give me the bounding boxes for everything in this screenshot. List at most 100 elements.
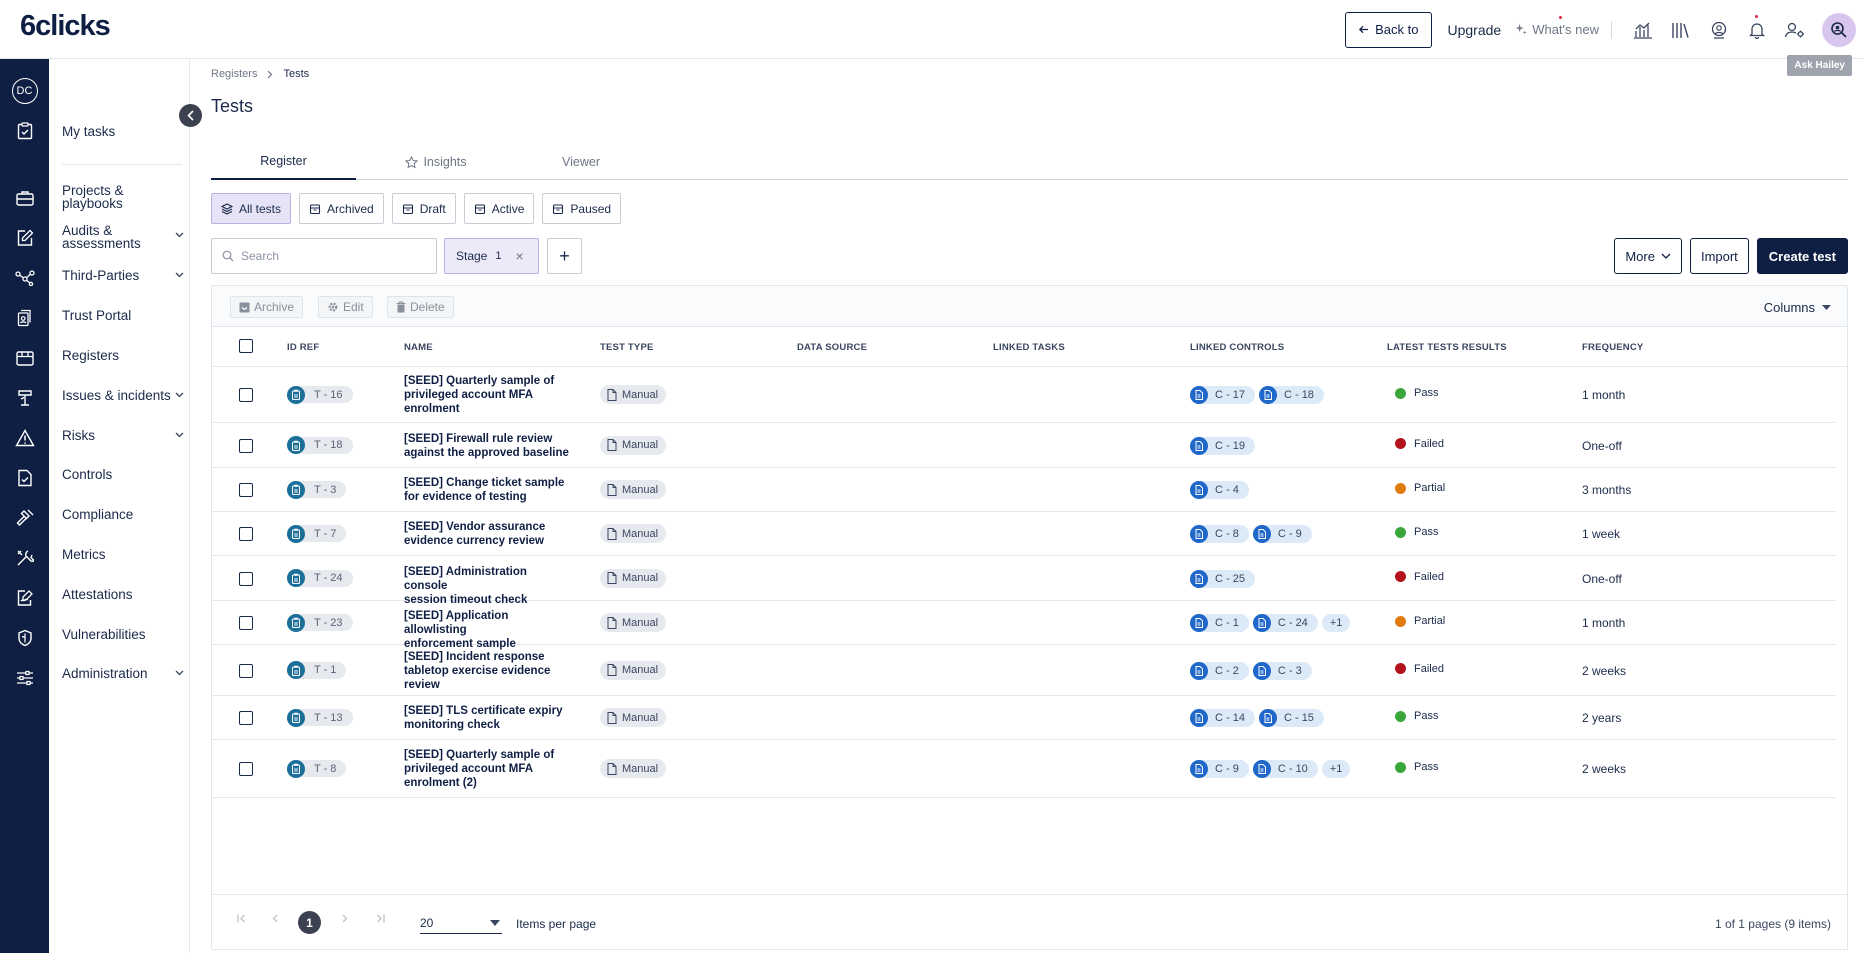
table-row[interactable]: T - 1 [SEED] Incident response tabletop ex… <box>212 645 1836 696</box>
test-id-pill[interactable]: T - 24 <box>287 569 353 587</box>
more-controls-badge[interactable]: +1 <box>1321 760 1351 778</box>
tab-register[interactable]: Register <box>211 144 356 180</box>
row-checkbox[interactable] <box>239 762 253 776</box>
test-id-pill[interactable]: T - 23 <box>287 613 353 632</box>
gavel-icon[interactable] <box>0 506 49 530</box>
sidebar-item-trust-portal[interactable]: Trust Portal <box>62 309 131 323</box>
control-pill[interactable]: C - 14 <box>1190 709 1255 727</box>
upgrade-link[interactable]: Upgrade <box>1448 22 1502 38</box>
header-linked-controls[interactable]: LINKED CONTROLS <box>1190 342 1284 353</box>
control-pill[interactable]: C - 17 <box>1190 386 1255 404</box>
test-id-pill[interactable]: T - 3 <box>287 480 347 499</box>
back-button[interactable]: Back to <box>1345 11 1432 48</box>
sidebar-item-my-tasks[interactable]: My tasks <box>62 125 115 139</box>
import-button[interactable]: Import <box>1689 238 1749 274</box>
control-pill[interactable]: C - 18 <box>1258 386 1324 404</box>
more-controls-badge[interactable]: +1 <box>1321 614 1351 632</box>
sidebar-item-administration[interactable]: Administration <box>62 667 184 680</box>
test-name-link[interactable]: [SEED] Change ticket sample for evidence … <box>404 476 572 504</box>
row-checkbox[interactable] <box>239 663 253 678</box>
edit-button[interactable]: Edit <box>318 296 373 318</box>
tab-insights[interactable]: Insights <box>386 144 486 180</box>
portal-icon[interactable] <box>0 306 49 330</box>
incident-icon[interactable] <box>0 386 49 410</box>
header-latest-results[interactable]: LATEST TESTS RESULTS <box>1387 342 1507 353</box>
sidebar-item-projects[interactable]: Projects & playbooks <box>62 184 162 211</box>
search-input[interactable] <box>241 249 421 263</box>
test-id-pill[interactable]: T - 16 <box>287 385 353 404</box>
tasks-icon[interactable] <box>0 119 49 143</box>
analytics-icon[interactable] <box>1631 18 1655 42</box>
table-row[interactable]: T - 16 [SEED] Quarterly sample of privileg… <box>212 367 1836 423</box>
sidebar-item-vulnerabilities[interactable]: Vulnerabilities <box>62 628 146 642</box>
control-pill[interactable]: C - 10 <box>1252 760 1318 778</box>
test-name-link[interactable]: [SEED] Quarterly sample of privileged acc… <box>404 374 572 416</box>
row-checkbox[interactable] <box>239 388 253 402</box>
header-test-type[interactable]: TEST TYPE <box>600 342 654 353</box>
user-avatar[interactable]: DC <box>0 78 49 104</box>
table-row[interactable]: T - 3 [SEED] Change ticket sample for evid… <box>212 468 1836 512</box>
support-icon[interactable] <box>1707 18 1731 42</box>
user-settings-icon[interactable] <box>1783 18 1807 42</box>
bell-icon[interactable] <box>1745 14 1769 42</box>
next-page-icon[interactable] <box>342 914 348 923</box>
previous-page-icon[interactable] <box>272 914 278 923</box>
select-all-checkbox[interactable] <box>239 339 253 353</box>
control-pill[interactable]: C - 24 <box>1252 614 1318 632</box>
table-row[interactable]: T - 7 [SEED] Vendor assurance evidence cur… <box>212 512 1836 556</box>
close-icon[interactable]: × <box>515 248 523 264</box>
breadcrumb-registers[interactable]: Registers <box>211 68 257 80</box>
sidebar-item-controls[interactable]: Controls <box>62 468 112 482</box>
sidebar-item-issues[interactable]: Issues & incidents <box>62 389 184 402</box>
stage-filter-chip[interactable]: Stage 1 × <box>444 238 539 274</box>
header-linked-tasks[interactable]: LINKED TASKS <box>993 342 1065 353</box>
tab-viewer[interactable]: Viewer <box>521 144 641 180</box>
control-pill[interactable]: C - 19 <box>1190 436 1255 455</box>
control-pill[interactable]: C - 1 <box>1190 614 1249 632</box>
test-id-pill[interactable]: T - 18 <box>287 436 353 454</box>
archive-button[interactable]: Archive <box>230 296 304 318</box>
sidebar-item-compliance[interactable]: Compliance <box>62 508 133 522</box>
sidebar-item-risks[interactable]: Risks <box>62 429 184 442</box>
create-test-button[interactable]: Create test <box>1756 238 1848 274</box>
control-pill[interactable]: C - 9 <box>1252 525 1312 543</box>
row-checkbox[interactable] <box>239 483 253 497</box>
control-pill[interactable]: C - 4 <box>1190 481 1249 499</box>
row-checkbox[interactable] <box>239 527 253 541</box>
ask-hailey-button[interactable] <box>1822 12 1856 47</box>
test-name-link[interactable]: [SEED] Firewall rule review against the a… <box>404 432 572 460</box>
filter-all-tests[interactable]: All tests <box>211 193 292 224</box>
controls-icon[interactable] <box>0 466 49 490</box>
table-row[interactable]: T - 23 [SEED] Application allowlisting enf… <box>212 601 1836 650</box>
header-name[interactable]: NAME <box>404 342 433 353</box>
table-row[interactable]: T - 13 [SEED] TLS certificate expiry monit… <box>212 696 1836 740</box>
sidebar-item-metrics[interactable]: Metrics <box>62 548 106 562</box>
test-name-link[interactable]: [SEED] TLS certificate expiry monitoring … <box>404 704 572 732</box>
table-row[interactable]: T - 18 [SEED] Firewall rule review against… <box>212 423 1836 468</box>
network-icon[interactable] <box>0 266 49 290</box>
library-icon[interactable] <box>1669 18 1693 42</box>
whats-new-link[interactable]: What's new <box>1515 16 1599 37</box>
app-logo[interactable]: 6clicks <box>20 10 111 43</box>
row-checkbox[interactable] <box>239 571 253 586</box>
table-row[interactable]: T - 24 [SEED] Administration console sessi… <box>212 556 1836 606</box>
sidebar-item-audits[interactable]: Audits & assessments <box>62 224 184 250</box>
warning-icon[interactable] <box>0 426 49 450</box>
test-name-link[interactable]: [SEED] Vendor assurance evidence currency… <box>404 520 572 548</box>
control-pill[interactable]: C - 15 <box>1258 709 1324 727</box>
filter-paused[interactable]: Paused <box>542 193 622 224</box>
more-button[interactable]: More <box>1614 238 1682 274</box>
first-page-icon[interactable] <box>237 914 246 923</box>
delete-button[interactable]: Delete <box>387 296 454 318</box>
filter-active[interactable]: Active <box>463 193 535 224</box>
test-id-pill[interactable]: T - 8 <box>287 759 347 778</box>
test-id-pill[interactable]: T - 1 <box>287 661 347 679</box>
collapse-sidebar-button[interactable] <box>179 104 202 127</box>
header-id-ref[interactable]: ID REF <box>287 342 319 353</box>
sidebar-item-third-parties[interactable]: Third-Parties <box>62 269 184 282</box>
sidebar-item-registers[interactable]: Registers <box>62 349 119 363</box>
row-checkbox[interactable] <box>239 438 253 453</box>
control-pill[interactable]: C - 9 <box>1190 760 1249 778</box>
edit-form-icon[interactable] <box>0 226 49 250</box>
row-checkbox[interactable] <box>239 711 253 725</box>
